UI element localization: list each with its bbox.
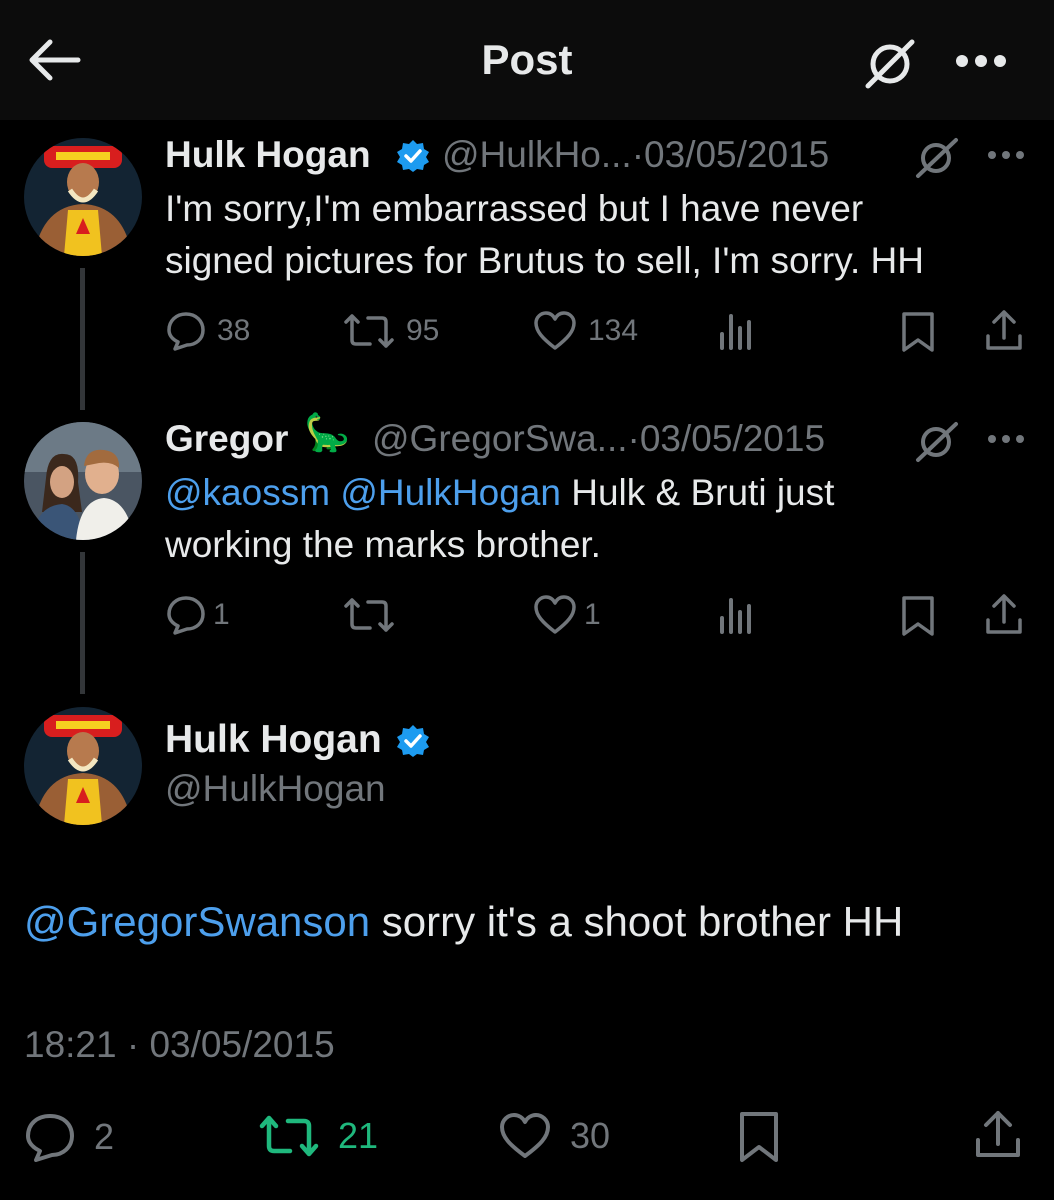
share-icon (976, 1111, 1020, 1157)
author-handle[interactable]: @HulkHogan (165, 768, 386, 810)
bookmark-button[interactable] (898, 310, 938, 354)
grok-icon[interactable] (862, 36, 918, 92)
tweet-text-fragment: sorry it's a shoot brother HH (370, 898, 904, 945)
verified-badge-icon (396, 724, 430, 758)
bookmark-button[interactable] (898, 594, 938, 638)
tweet-date[interactable]: 03/05/2015 (640, 418, 825, 459)
share-icon (986, 310, 1022, 350)
tweet-text: I'm sorry,I'm embarrassed but I have nev… (165, 183, 924, 287)
reply-count: 38 (217, 314, 251, 347)
like-button[interactable]: 134 (532, 310, 638, 352)
grok-icon[interactable] (912, 420, 962, 469)
reply-button[interactable]: 2 (24, 1112, 114, 1162)
more-icon[interactable] (986, 432, 1026, 450)
like-icon (500, 1113, 550, 1158)
tweet-text: @kaossm @HulkHogan Hulk & Bruti just wor… (165, 467, 834, 571)
views-icon (720, 314, 751, 350)
repost-button[interactable]: 95 (342, 310, 439, 352)
like-icon (534, 595, 576, 634)
share-button[interactable] (982, 308, 1026, 352)
avatar[interactable] (24, 138, 142, 256)
tweet-text-line: @kaossm @HulkHogan Hulk & Bruti just (165, 467, 834, 519)
tweet-text-line: working the marks brother. (165, 524, 601, 565)
bookmark-icon (902, 312, 934, 352)
reply-count: 1 (213, 598, 230, 631)
repost-count: 21 (338, 1115, 379, 1156)
tweet-text: @GregorSwanson sorry it's a shoot brothe… (24, 898, 903, 946)
mention-link[interactable]: @kaossm (165, 472, 330, 513)
tweet-text-line: I'm sorry,I'm embarrassed but I have nev… (165, 188, 864, 229)
grok-icon[interactable] (912, 136, 962, 185)
meta-separator: · (627, 418, 640, 459)
reply-icon (26, 1114, 74, 1162)
dinosaur-emoji-icon: 🦕 (304, 412, 351, 453)
tweet-meta: @HulkHo...·03/05/2015 (442, 134, 829, 176)
avatar[interactable] (24, 422, 142, 540)
repost-icon (344, 314, 394, 348)
author-name[interactable]: Hulk Hogan (165, 718, 382, 762)
tweet-date[interactable]: 03/05/2015 (644, 134, 829, 175)
reply-button[interactable]: 1 (165, 594, 230, 636)
tweet-meta: @GregorSwa...·03/05/2015 (372, 418, 825, 460)
bookmark-button[interactable] (736, 1110, 782, 1164)
mention-link[interactable]: @GregorSwanson (24, 898, 370, 945)
like-count: 1 (584, 598, 601, 631)
reply-button[interactable]: 38 (165, 310, 250, 352)
repost-icon (344, 598, 394, 632)
tweet-text-fragment: Hulk & Bruti just (560, 472, 835, 513)
like-count: 30 (570, 1115, 611, 1156)
repost-button[interactable] (342, 594, 396, 636)
like-icon (534, 311, 576, 350)
tweet-text-line: signed pictures for Brutus to sell, I'm … (165, 240, 924, 281)
meta-separator: · (631, 134, 645, 175)
mention-link[interactable]: @HulkHogan (340, 472, 561, 513)
repost-count: 95 (406, 314, 440, 347)
author-handle[interactable]: @HulkHo... (442, 134, 632, 175)
reply-icon (167, 596, 205, 635)
like-count: 134 (588, 314, 639, 347)
author-name[interactable]: Hulk Hogan (165, 134, 371, 176)
views-button[interactable] (716, 594, 756, 636)
share-button[interactable] (982, 592, 1026, 636)
share-icon (986, 594, 1022, 634)
top-bar: Post (0, 0, 1054, 120)
verified-badge-icon (396, 139, 430, 173)
views-button[interactable] (716, 310, 756, 352)
reply-count: 2 (94, 1116, 115, 1157)
thread-connector (80, 552, 85, 694)
tweet-timestamp[interactable]: 18:21 · 03/05/2015 (24, 1024, 335, 1066)
thread-connector (80, 268, 85, 410)
more-icon[interactable] (986, 148, 1026, 166)
share-button[interactable] (972, 1108, 1024, 1160)
author-handle[interactable]: @GregorSwa... (372, 418, 628, 459)
avatar[interactable] (24, 707, 142, 825)
like-button[interactable]: 1 (532, 594, 601, 636)
bookmark-icon (740, 1112, 778, 1162)
like-button[interactable]: 30 (498, 1112, 610, 1160)
views-icon (720, 598, 751, 634)
repost-button[interactable]: 21 (258, 1112, 378, 1160)
repost-icon (259, 1115, 319, 1157)
bookmark-icon (902, 596, 934, 636)
author-name[interactable]: Gregor (165, 418, 288, 460)
reply-icon (167, 312, 205, 351)
more-icon[interactable] (954, 52, 1008, 70)
